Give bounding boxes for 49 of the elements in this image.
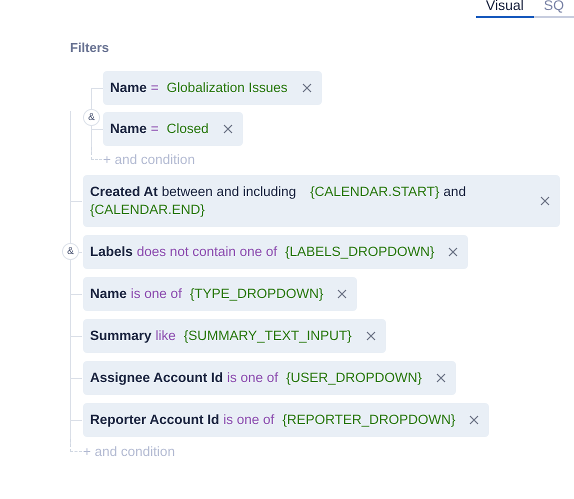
condition-chip[interactable]: Created At between and including {CALENDAR.START} and {CALENDAR.END} [83,175,560,227]
field-name: Name [110,120,147,138]
value-token: Closed [166,120,209,138]
value-token: {TYPE_DROPDOWN} [190,285,324,303]
field-name: Assignee Account Id [90,369,224,387]
field-name: Created At [90,183,158,201]
operator-label: is one of [223,411,274,429]
field-name: Labels [90,243,133,261]
close-icon[interactable] [302,83,312,93]
value-token: {LABELS_DROPDOWN} [285,243,434,261]
field-name: Name [110,79,147,97]
close-icon[interactable] [448,247,458,257]
close-icon[interactable] [436,373,446,383]
joiner-label: and [443,183,466,201]
condition-chip[interactable]: Reporter Account Id is one of {REPORTER_DROPDOWN} [83,403,490,437]
field-name: Summary [90,327,152,345]
conjunction-marker: & [62,243,79,260]
condition-chip[interactable]: Summary like {SUMMARY_TEXT_INPUT} [83,319,386,353]
value-token: {REPORTER_DROPDOWN} [282,411,456,429]
value-token: Globalization Issues [166,79,288,97]
condition-chip[interactable]: Name = Globalization Issues [103,71,322,105]
operator-label: does not contain one of [136,243,278,261]
condition-chip[interactable]: Labels does not contain one of {LABELS_DROPDOWN} [83,235,468,269]
operator-label: between and including [162,183,296,201]
value-token: {SUMMARY_TEXT_INPUT} [184,327,352,345]
value-token: {CALENDAR.START} [310,183,440,201]
dashed-connector [70,439,82,452]
filters-heading: Filters [70,40,110,55]
field-name: Name [90,285,127,303]
close-icon[interactable] [366,331,376,341]
condition-chip[interactable]: Assignee Account Id is one of {USER_DROPDOWN} [83,361,456,395]
operator-label: is one of [227,369,278,387]
value-token: {CALENDAR.END} [90,201,205,219]
dashed-connector [91,147,102,160]
close-icon[interactable] [469,415,480,425]
value-token: {USER_DROPDOWN} [286,369,422,387]
view-tab[interactable]: Visual [476,0,534,18]
close-icon[interactable] [222,124,233,134]
condition-chip[interactable]: Name is one of {TYPE_DROPDOWN} [83,277,358,311]
conjunction-marker: & [83,109,100,126]
close-icon[interactable] [540,196,550,206]
view-tab[interactable]: SQ [534,0,574,18]
condition-chip[interactable]: Name = Closed [103,112,243,146]
field-name: Reporter Account Id [90,411,220,429]
operator-label: = [150,120,159,138]
operator-label: = [150,79,159,97]
close-icon[interactable] [337,289,348,299]
operator-label: like [156,327,176,345]
operator-label: is one of [130,285,182,303]
